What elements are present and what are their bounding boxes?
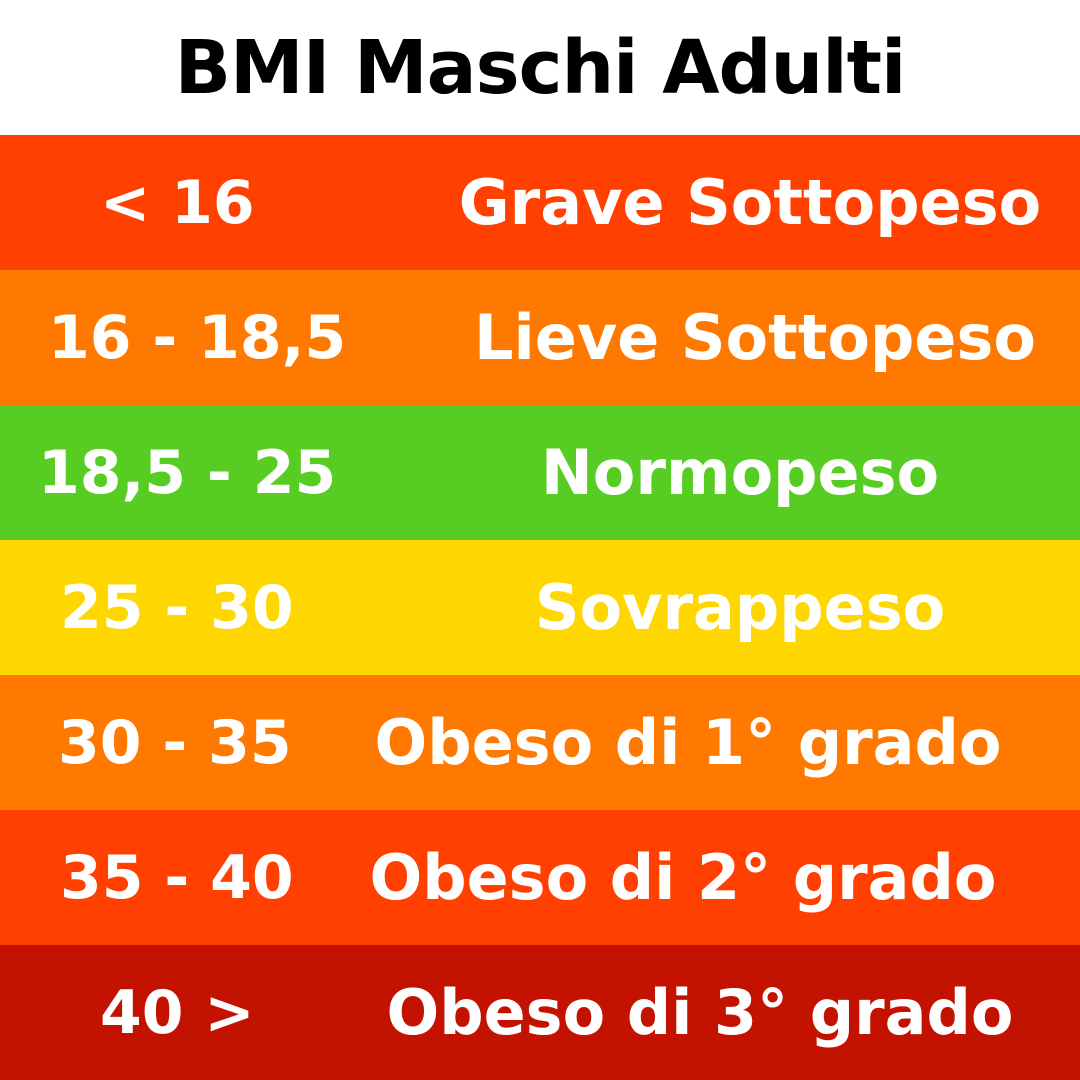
bmi-category: Obeso di 3° grado bbox=[386, 976, 1014, 1049]
bmi-category: Normopeso bbox=[540, 436, 940, 509]
bmi-row-obeso-3: 40 > Obeso di 3° grado bbox=[0, 945, 1080, 1080]
bmi-category: Lieve Sottopeso bbox=[474, 301, 1036, 374]
bmi-range: 16 - 18,5 bbox=[48, 302, 347, 373]
bmi-range: 18,5 - 25 bbox=[38, 437, 337, 508]
bmi-infographic: BMI Maschi Adulti < 16 Grave Sottopeso 1… bbox=[0, 0, 1080, 1080]
bmi-row-lieve-sottopeso: 16 - 18,5 Lieve Sottopeso bbox=[0, 270, 1080, 405]
bmi-range: 35 - 40 bbox=[60, 842, 294, 913]
bmi-row-obeso-2: 35 - 40 Obeso di 2° grado bbox=[0, 810, 1080, 945]
bmi-row-normopeso: 18,5 - 25 Normopeso bbox=[0, 405, 1080, 540]
bmi-range: < 16 bbox=[100, 167, 255, 238]
bmi-row-sovrappeso: 25 - 30 Sovrappeso bbox=[0, 540, 1080, 675]
bmi-row-grave-sottopeso: < 16 Grave Sottopeso bbox=[0, 135, 1080, 270]
bmi-category: Obeso di 1° grado bbox=[374, 706, 1002, 779]
bmi-category: Obeso di 2° grado bbox=[369, 841, 997, 914]
bmi-range: 40 > bbox=[100, 977, 255, 1048]
bmi-row-obeso-1: 30 - 35 Obeso di 1° grado bbox=[0, 675, 1080, 810]
bmi-range: 30 - 35 bbox=[58, 707, 292, 778]
bmi-category: Sovrappeso bbox=[534, 571, 946, 644]
page-title: BMI Maschi Adulti bbox=[174, 24, 907, 111]
bmi-category: Grave Sottopeso bbox=[458, 166, 1042, 239]
bmi-range: 25 - 30 bbox=[60, 572, 294, 643]
bmi-table: < 16 Grave Sottopeso 16 - 18,5 Lieve Sot… bbox=[0, 135, 1080, 1080]
